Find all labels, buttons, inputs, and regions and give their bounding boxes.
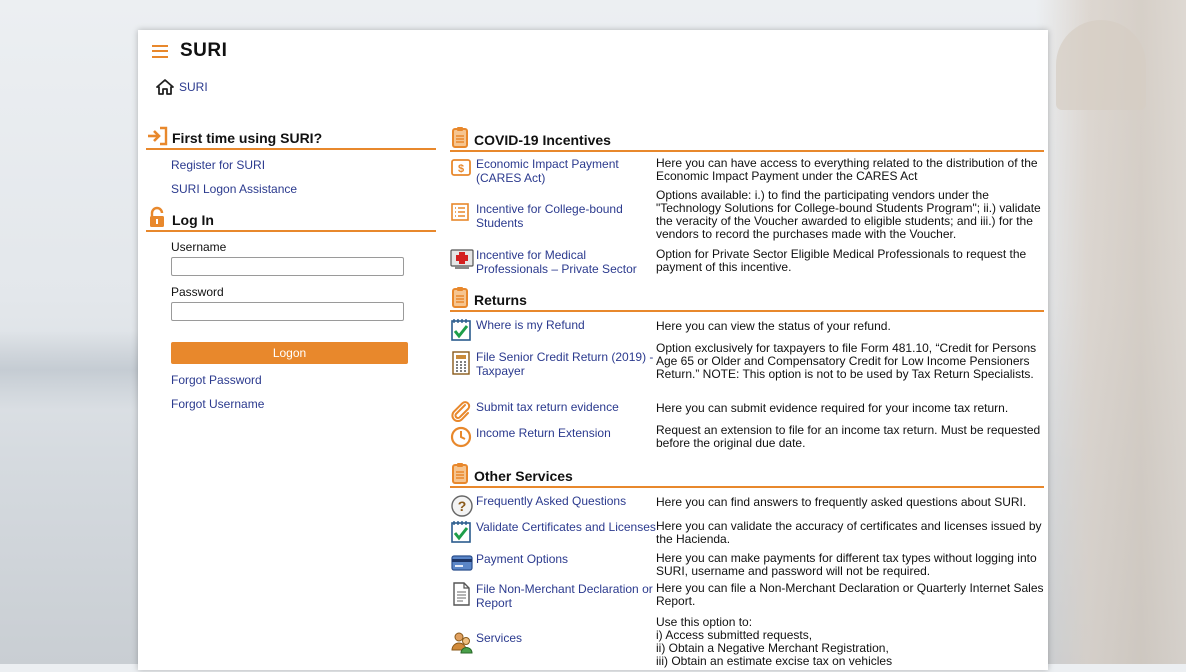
clipboard-icon [452,463,468,484]
username-label: Username [171,240,227,254]
svg-text:$: $ [458,163,464,175]
returns-item: Submit tax return evidence Here you can … [450,400,1044,424]
other-services-section: Other Services ? Frequently Asked Questi… [450,462,1044,672]
payment-options-desc: Here you can make payments for different… [656,551,1037,578]
college-bound-link[interactable]: Incentive for College-bound Students [476,189,656,248]
people-icon [451,632,473,654]
medical-icon [450,249,474,269]
lock-icon [150,206,164,227]
submit-evidence-link[interactable]: Submit tax return evidence [476,400,656,424]
checklist-icon [451,521,471,543]
college-bound-desc: Options available: i.) to find the parti… [656,188,1041,241]
services-desc-line: iii) Obtain an estimate excise tax on ve… [656,654,893,668]
login-header: Log In [146,206,436,232]
main-panel: SURI SURI First time using SURI? Registe… [138,30,1048,670]
background-sea [0,330,140,410]
breadcrumb-home-link[interactable]: SURI [179,80,208,94]
non-merchant-link[interactable]: File Non-Merchant Declaration or Report [476,582,656,616]
covid-item: Incentive for College-bound Students Opt… [450,189,1044,248]
clock-icon [450,426,472,448]
hamburger-menu-icon[interactable] [152,44,168,58]
income-extension-link[interactable]: Income Return Extension [476,424,656,454]
faq-link[interactable]: Frequently Asked Questions [476,494,656,520]
right-column: COVID-19 Incentives $ Economic Impact Pa… [450,126,1044,672]
header: SURI [152,40,227,62]
clipboard-icon [452,287,468,308]
password-input[interactable] [171,302,404,321]
left-column: First time using SURI? Register for SURI… [146,126,436,411]
senior-credit-desc: Option exclusively for taxpayers to file… [656,341,1037,381]
question-icon: ? [451,495,473,517]
covid-section: COVID-19 Incentives $ Economic Impact Pa… [450,126,1044,284]
list-icon [451,203,469,221]
other-item: File Non-Merchant Declaration or Report … [450,582,1044,616]
other-services-header: Other Services [450,462,1044,488]
logon-button[interactable]: Logon [171,342,408,364]
background-tower-top [1056,20,1146,110]
economic-impact-desc: Here you can have access to everything r… [656,156,1038,183]
returns-title: Returns [474,292,527,308]
calculator-icon [452,351,470,375]
first-time-header: First time using SURI? [146,126,436,150]
where-is-refund-desc: Here you can view the status of your ref… [656,319,891,333]
paperclip-icon [451,401,471,422]
medical-professionals-desc: Option for Private Sector Eligible Medic… [656,247,1027,274]
validate-certificates-link[interactable]: Validate Certificates and Licenses [476,520,656,552]
returns-header: Returns [450,286,1044,312]
senior-credit-link[interactable]: File Senior Credit Return (2019) - Taxpa… [476,342,656,400]
covid-title: COVID-19 Incentives [474,132,611,148]
other-services-title: Other Services [474,468,573,484]
returns-item: File Senior Credit Return (2019) - Taxpa… [450,342,1044,400]
validate-certificates-desc: Here you can validate the accuracy of ce… [656,519,1042,546]
non-merchant-desc: Here you can file a Non-Merchant Declara… [656,581,1044,608]
other-item: ? Frequently Asked Questions Here you ca… [450,494,1044,520]
other-item: Payment Options Here you can make paymen… [450,552,1044,582]
dollar-icon: $ [451,159,471,176]
where-is-refund-link[interactable]: Where is my Refund [476,318,656,342]
sign-in-arrow-icon [148,126,168,146]
register-link[interactable]: Register for SURI [171,158,436,172]
username-input[interactable] [171,257,404,276]
returns-section: Returns Where is my Refund Here you can … [450,286,1044,454]
breadcrumb: SURI [156,79,208,95]
payment-options-link[interactable]: Payment Options [476,552,656,582]
submit-evidence-desc: Here you can submit evidence required fo… [656,401,1009,415]
login-title: Log In [172,212,214,228]
medical-professionals-link[interactable]: Incentive for Medical Professionals – Pr… [476,248,656,284]
svg-text:?: ? [458,498,467,514]
card-icon [451,555,473,571]
returns-item: Income Return Extension Request an exten… [450,424,1044,454]
covid-item: Incentive for Medical Professionals – Pr… [450,248,1044,284]
faq-desc: Here you can find answers to frequently … [656,495,1027,509]
logon-assistance-link[interactable]: SURI Logon Assistance [171,182,436,196]
document-icon [453,582,470,606]
income-extension-desc: Request an extension to file for an inco… [656,423,1041,450]
app-title: SURI [180,40,228,61]
forgot-password-link[interactable]: Forgot Password [171,373,436,387]
other-item: Validate Certificates and Licenses Here … [450,520,1044,552]
covid-header: COVID-19 Incentives [450,126,1044,152]
covid-item: $ Economic Impact Payment (CARES Act) He… [450,157,1044,189]
first-time-title: First time using SURI? [172,130,323,146]
clipboard-icon [452,127,468,148]
returns-item: Where is my Refund Here you can view the… [450,318,1044,342]
home-icon[interactable] [156,79,174,95]
forgot-username-link[interactable]: Forgot Username [171,397,436,411]
checklist-icon [451,319,471,341]
password-label: Password [171,285,224,299]
economic-impact-link[interactable]: Economic Impact Payment (CARES Act) [476,157,656,189]
